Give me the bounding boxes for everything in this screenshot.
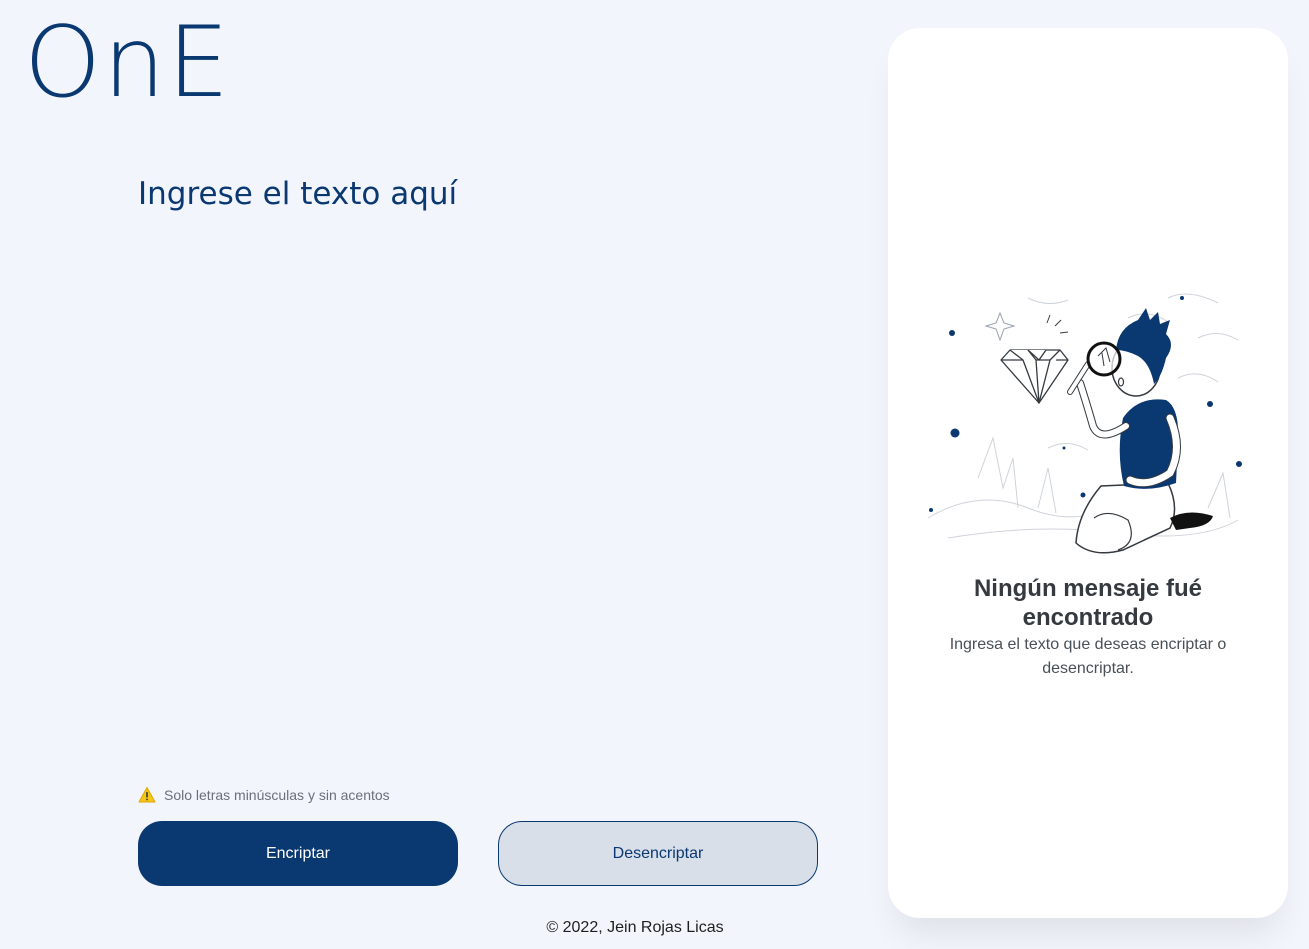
output-panel: Ningún mensaje fué encontrado Ingresa el… [888,28,1288,918]
hint-text: Solo letras minúsculas y sin acentos [164,787,390,803]
footer: © 2022, Jein Rojas Licas [546,919,724,936]
person-with-magnifying-glass-icon [927,293,1242,554]
decrypt-button[interactable]: Desencriptar [498,821,818,886]
warning-icon [138,786,156,804]
text-input[interactable] [138,176,828,756]
empty-subtitle: Ingresa el texto que deseas encriptar o … [949,636,1227,677]
encrypt-button[interactable]: Encriptar [138,821,458,886]
empty-title: Ningún mensaje fué encontrado [973,575,1203,631]
page: OnE Solo letras minúsculas y sin acentos… [0,0,1309,949]
hint: Solo letras minúsculas y sin acentos [138,786,390,804]
logo: OnE [24,6,232,120]
